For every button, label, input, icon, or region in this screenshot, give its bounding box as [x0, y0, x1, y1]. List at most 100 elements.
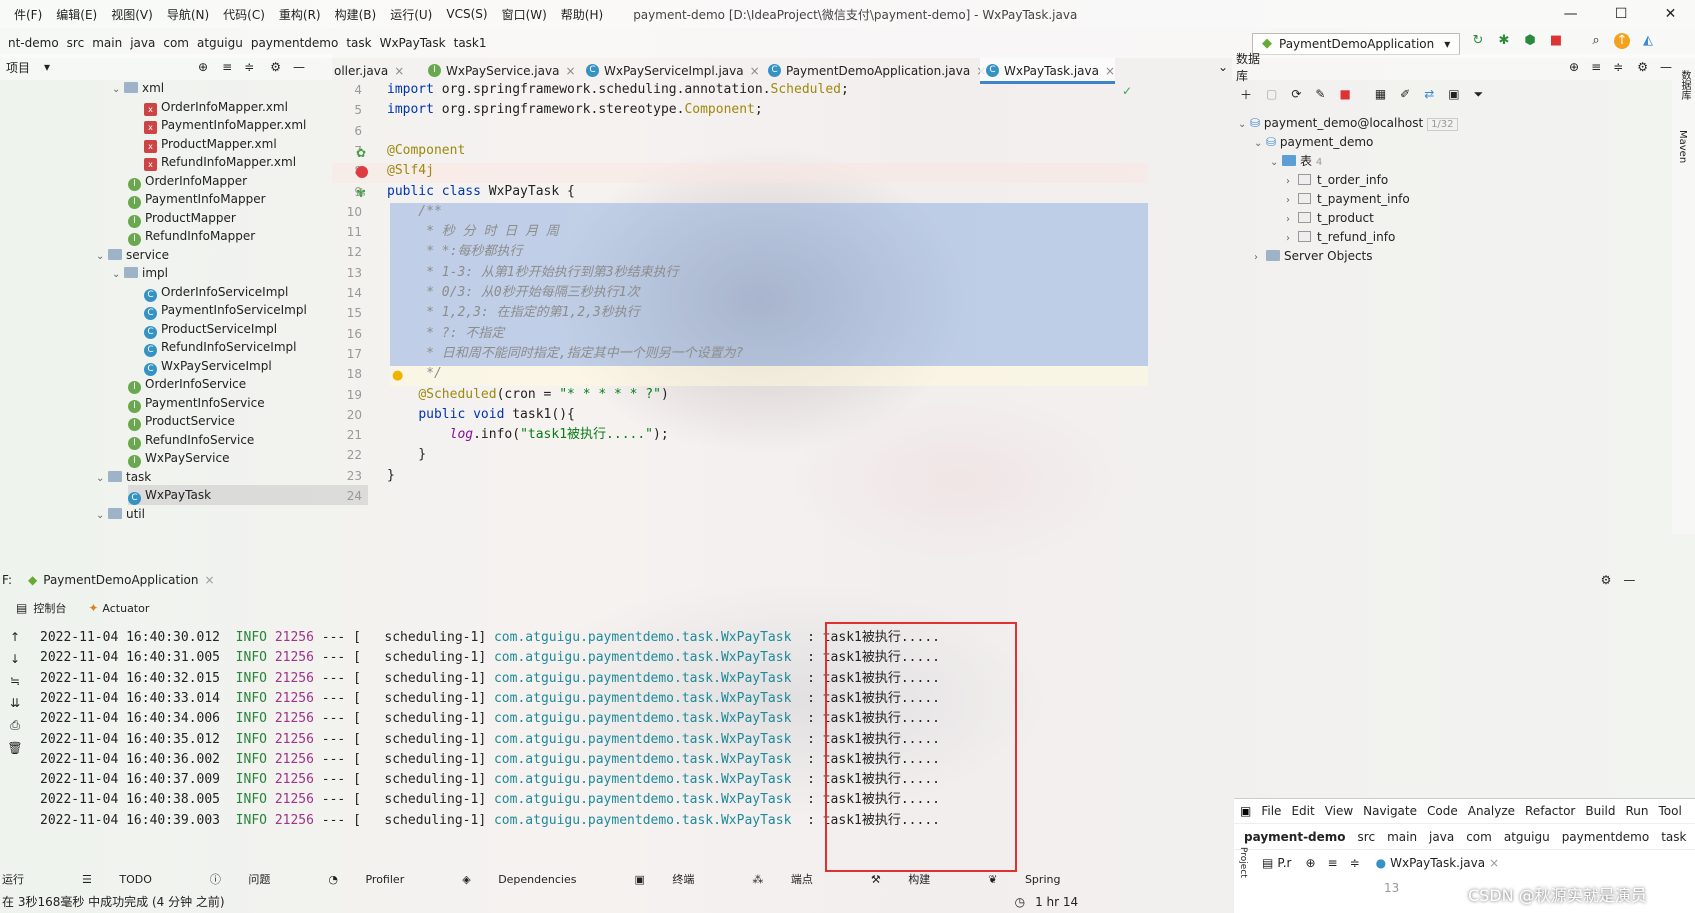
menu-item[interactable]: 编辑(E)	[56, 6, 97, 23]
hide-icon[interactable]: —	[1660, 60, 1672, 74]
plugin-icon[interactable]: ◭	[1640, 33, 1656, 49]
copy-icon[interactable]: ▢	[1266, 87, 1277, 101]
db-table[interactable]: › t_order_info	[1286, 171, 1388, 190]
tree-item[interactable]: x PaymentInfoMapper.xml	[144, 115, 306, 135]
tree-item[interactable]: I RefundInfoMapper	[128, 226, 255, 246]
edit-schema-icon[interactable]: ✎	[1315, 87, 1325, 101]
chevron-down-icon[interactable]: ⌄	[96, 506, 108, 526]
bottom-tool-7[interactable]: ⚒ 构建	[871, 871, 954, 887]
overlay-menu-item[interactable]: Code	[1427, 804, 1458, 818]
tree-item[interactable]: ⌄ xml	[112, 78, 164, 98]
tree-item[interactable]: C RefundInfoServiceImpl	[144, 337, 296, 357]
breadcrumb-item[interactable]: nt-demo	[8, 36, 59, 50]
collapse-icon[interactable]: ≡	[1328, 856, 1338, 870]
tree-item[interactable]: C ProductServiceImpl	[144, 319, 277, 339]
close-icon[interactable]: ×	[394, 64, 404, 78]
collapse-icon[interactable]: ≡	[1591, 60, 1601, 74]
tree-item[interactable]: I ProductMapper	[128, 208, 236, 228]
table-icon[interactable]: ▦	[1375, 87, 1386, 101]
overlay-menu-item[interactable]: Refactor	[1525, 804, 1575, 818]
menu-item[interactable]: 运行(U)	[390, 6, 432, 23]
run-tab[interactable]: PaymentDemoApplication	[43, 573, 198, 587]
menu-item[interactable]: 件(F)	[14, 6, 42, 23]
jump-icon[interactable]: ⇄	[1424, 87, 1434, 101]
tree-item[interactable]: x OrderInfoMapper.xml	[144, 97, 288, 117]
expand-icon[interactable]: ≑	[1350, 856, 1360, 870]
add-icon[interactable]: ＋	[1240, 86, 1252, 103]
menu-item[interactable]: 视图(V)	[111, 6, 153, 23]
chevron-right-icon[interactable]: ›	[1286, 191, 1298, 210]
chevron-right-icon[interactable]: ›	[1286, 210, 1298, 229]
locate-icon[interactable]: ⊕	[198, 60, 208, 74]
breadcrumb-item[interactable]: main	[92, 36, 122, 50]
tree-item[interactable]: I OrderInfoService	[128, 374, 246, 394]
bottom-tool-3[interactable]: ◔ Profiler	[328, 873, 428, 886]
tree-item[interactable]: x ProductMapper.xml	[144, 134, 277, 154]
tree-item[interactable]: I ProductService	[128, 411, 235, 431]
chevron-down-icon[interactable]: ⌄	[112, 265, 124, 285]
chevron-down-icon[interactable]: ⌄	[96, 247, 108, 267]
maven-tool-tab[interactable]: Maven	[1677, 130, 1688, 163]
collapse-icon[interactable]: ≡	[222, 60, 232, 74]
bean-icon[interactable]: ✿	[356, 146, 366, 160]
db-schema[interactable]: ⌄ ⛁ payment_demo	[1254, 133, 1373, 152]
breadcrumb-item[interactable]: com	[163, 36, 189, 50]
code-editor[interactable]: 456789101112131415161718192021222324 ✿ ✾…	[332, 80, 1148, 520]
db-tables-folder[interactable]: ⌄ 表 4	[1270, 152, 1322, 171]
gear-icon[interactable]: ⚙	[1637, 60, 1648, 74]
console-icon[interactable]: ▣	[1448, 87, 1459, 101]
overlay-breadcrumb-item[interactable]: payment-demo	[1244, 830, 1346, 844]
database-tool-tab[interactable]: 数据库	[1677, 70, 1692, 100]
chevron-right-icon[interactable]: ›	[1286, 229, 1298, 248]
maximize-icon[interactable]: ☐	[1615, 6, 1628, 22]
breadcrumb-item[interactable]: task	[346, 36, 371, 50]
close-icon[interactable]: ×	[565, 64, 575, 78]
pencil-icon[interactable]: ✐	[1400, 87, 1410, 101]
tree-item[interactable]: I WxPayService	[128, 448, 229, 468]
breadcrumb-item[interactable]: WxPayTask	[380, 36, 446, 50]
overlay-menu-item[interactable]: Navigate	[1363, 804, 1417, 818]
menu-item[interactable]: 构建(B)	[335, 6, 377, 23]
actuator-tab[interactable]: Actuator	[102, 602, 149, 615]
close-icon[interactable]: ×	[1489, 856, 1499, 870]
breadcrumb-item[interactable]: java	[130, 36, 155, 50]
close-icon[interactable]: ×	[1105, 64, 1115, 78]
minimize-icon[interactable]: —	[1564, 6, 1578, 22]
breadcrumb-item[interactable]: paymentdemo	[251, 36, 339, 50]
menu-item[interactable]: 导航(N)	[167, 6, 209, 23]
expand-icon[interactable]: ≑	[244, 60, 254, 74]
tree-item[interactable]: x RefundInfoMapper.xml	[144, 152, 296, 172]
db-table[interactable]: › t_payment_info	[1286, 190, 1410, 209]
overlay-file-tab[interactable]: WxPayTask.java	[1390, 856, 1485, 870]
close-icon[interactable]: ×	[750, 64, 760, 78]
tabs-dropdown-icon[interactable]: ⌄	[1218, 60, 1228, 74]
overlay-breadcrumb-item[interactable]: com	[1466, 830, 1492, 844]
tree-item[interactable]: ⌄ impl	[112, 263, 168, 283]
db-connection[interactable]: ⌄ ⛁ payment_demo@localhost 1/32	[1238, 114, 1458, 133]
menu-item[interactable]: VCS(S)	[446, 7, 487, 21]
stop-icon[interactable]: ■	[1548, 33, 1564, 49]
bottom-tool-0[interactable]: 运行	[2, 871, 48, 887]
bottom-tool-6[interactable]: ⁂ 端点	[752, 871, 837, 887]
gear-icon[interactable]: ⚙	[270, 60, 281, 74]
chevron-down-icon[interactable]: ⌄	[96, 469, 108, 489]
bottom-tool-8[interactable]: ❦ Spring	[988, 873, 1084, 886]
project-panel-title[interactable]: 项目	[6, 59, 30, 76]
overlay-breadcrumb-item[interactable]: java	[1429, 830, 1454, 844]
tree-item[interactable]: C OrderInfoServiceImpl	[144, 282, 288, 302]
db-table[interactable]: › t_refund_info	[1286, 228, 1395, 247]
db-server-objects[interactable]: › Server Objects	[1254, 247, 1373, 266]
debug-icon[interactable]: ✱	[1496, 33, 1512, 49]
locate-icon[interactable]: ⊕	[1305, 856, 1315, 870]
overlay-project-tab[interactable]: P.r	[1277, 856, 1291, 870]
coverage-icon[interactable]: ⬢	[1522, 33, 1538, 49]
tree-item[interactable]: I RefundInfoService	[128, 430, 254, 450]
caret-position[interactable]: 1 hr 14	[1035, 895, 1078, 909]
overlay-menu-item[interactable]: File	[1261, 804, 1281, 818]
tree-item[interactable]: I OrderInfoMapper	[128, 171, 247, 191]
breadcrumb-item[interactable]: task1	[454, 36, 487, 50]
bottom-tool-5[interactable]: ▣ 终端	[634, 871, 718, 887]
chevron-right-icon[interactable]: ›	[1286, 172, 1298, 191]
bottom-tool-1[interactable]: ☰ TODO	[82, 873, 176, 886]
filter-icon[interactable]: ⏷	[1474, 87, 1484, 102]
